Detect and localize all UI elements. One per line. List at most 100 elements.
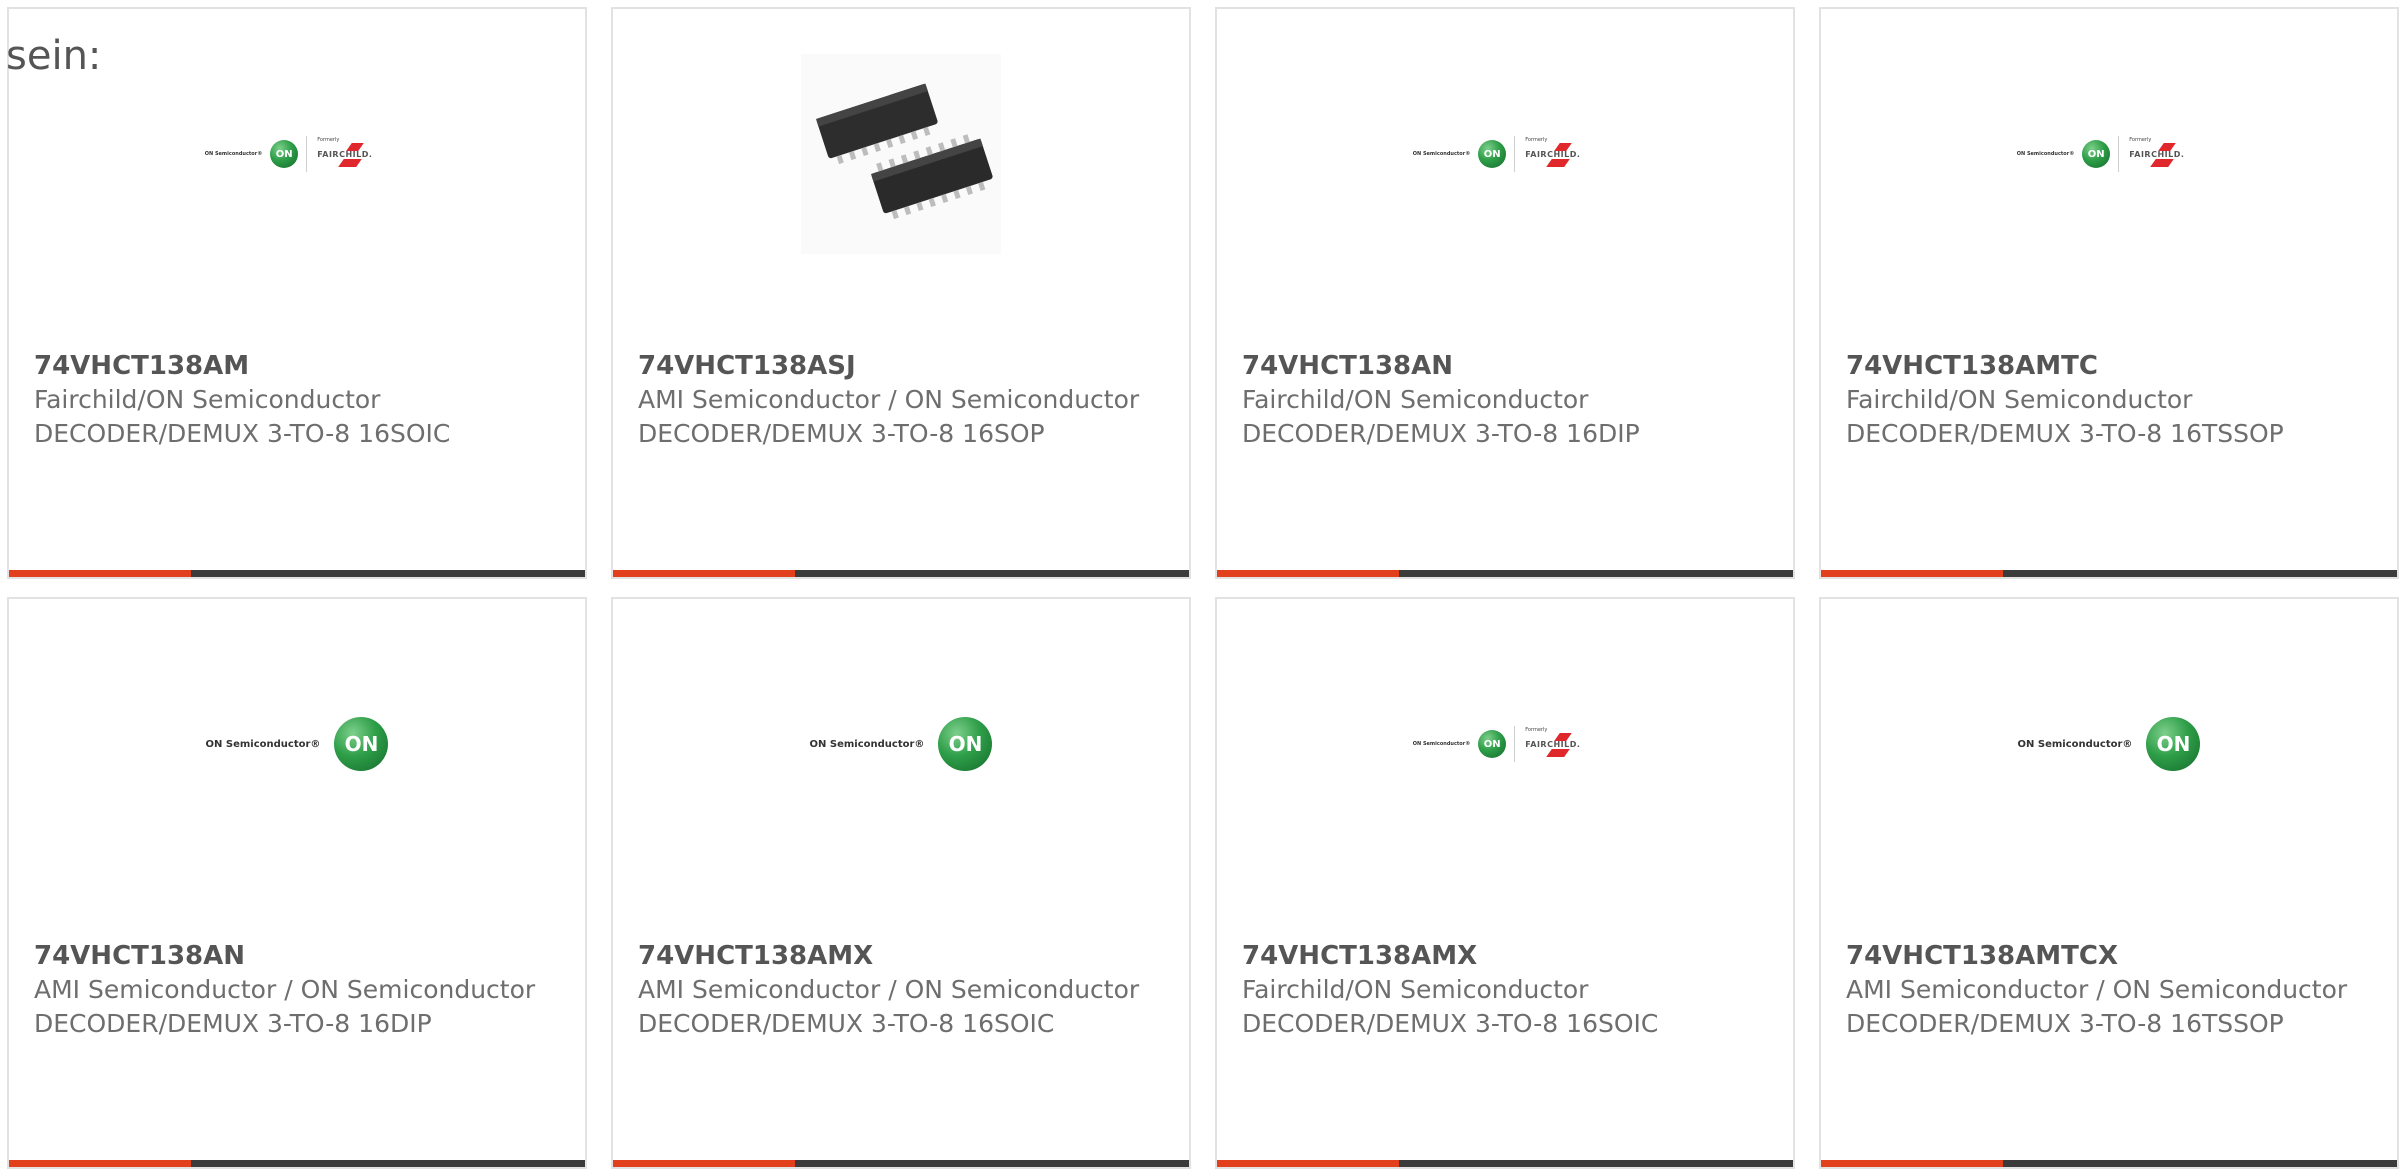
- manufacturer: AMI Semiconductor / ON Semiconductor: [638, 385, 1140, 414]
- on-badge-icon: ON: [2082, 140, 2111, 168]
- manufacturer: AMI Semiconductor / ON Semiconductor: [1846, 975, 2348, 1004]
- product-card[interactable]: ON Semiconductor® ON 74VHCT138AMX AMI Se…: [611, 597, 1191, 1169]
- card-accent-bar: [613, 1160, 795, 1167]
- manufacturer-logo: ON Semiconductor® ON: [613, 639, 1189, 849]
- logo-on-text: ON Semiconductor®: [204, 151, 263, 157]
- on-fairchild-logo: ON Semiconductor® ON Formerly FAIRCHILD.: [205, 136, 389, 172]
- card-accent-bar: [1217, 1160, 1399, 1167]
- logo-divider: [306, 136, 308, 172]
- on-fairchild-logo: ON Semiconductor® ON Formerly FAIRCHILD.: [2017, 136, 2201, 172]
- card-bottom-bar: [613, 1160, 1189, 1167]
- card-bottom-bar: [1217, 570, 1793, 577]
- card-bottom-bar: [9, 570, 585, 577]
- logo-fairchild-text: FAIRCHILD.: [2129, 150, 2185, 159]
- logo-formerly-text: Formerly: [2129, 137, 2152, 143]
- card-accent-bar: [9, 570, 191, 577]
- description: DECODER/DEMUX 3-TO-8 16TSSOP: [1846, 419, 2284, 448]
- product-card[interactable]: ON Semiconductor® ON 74VHCT138AN AMI Sem…: [7, 597, 587, 1169]
- description: DECODER/DEMUX 3-TO-8 16DIP: [34, 1009, 432, 1038]
- card-accent-bar: [9, 1160, 191, 1167]
- fairchild-logo: Formerly FAIRCHILD.: [1523, 137, 1597, 169]
- fairchild-stripe: [2150, 159, 2175, 167]
- description: DECODER/DEMUX 3-TO-8 16TSSOP: [1846, 1009, 2284, 1038]
- description: DECODER/DEMUX 3-TO-8 16SOIC: [34, 419, 451, 448]
- product-card[interactable]: ON Semiconductor® ON Formerly FAIRCHILD.…: [7, 7, 587, 579]
- logo-on-text: ON Semiconductor®: [205, 738, 321, 750]
- logo-on-text: ON Semiconductor®: [809, 738, 925, 750]
- card-bottom-bar: [1821, 570, 2397, 577]
- card-accent-bar: [613, 570, 795, 577]
- product-card[interactable]: ON Semiconductor® ON Formerly FAIRCHILD.…: [1819, 7, 2399, 579]
- on-badge-icon: ON: [270, 140, 299, 168]
- card-accent-bar: [1821, 570, 2003, 577]
- manufacturer: Fairchild/ON Semiconductor: [34, 385, 381, 414]
- on-logo: ON Semiconductor® ON: [206, 717, 389, 771]
- manufacturer-logo: ON Semiconductor® ON Formerly FAIRCHILD.: [1217, 49, 1793, 259]
- on-logo: ON Semiconductor® ON: [810, 717, 993, 771]
- manufacturer: Fairchild/ON Semiconductor: [1242, 385, 1589, 414]
- manufacturer: Fairchild/ON Semiconductor: [1846, 385, 2193, 414]
- part-number[interactable]: 74VHCT138AN: [1242, 349, 1768, 383]
- product-info: 74VHCT138AMTCX AMI Semiconductor / ON Se…: [1846, 939, 2372, 1041]
- manufacturer-logo: ON Semiconductor® ON: [1821, 639, 2397, 849]
- fairchild-logo: Formerly FAIRCHILD.: [1523, 727, 1597, 759]
- ic-chip-photo: [801, 54, 1001, 254]
- logo-on-text: ON Semiconductor®: [1412, 151, 1471, 157]
- manufacturer-logo: ON Semiconductor® ON Formerly FAIRCHILD.: [9, 49, 585, 259]
- fairchild-logo: Formerly FAIRCHILD.: [2127, 137, 2201, 169]
- manufacturer: AMI Semiconductor / ON Semiconductor: [34, 975, 536, 1004]
- fairchild-stripe: [1546, 749, 1571, 757]
- product-info: 74VHCT138AN Fairchild/ON Semiconductor D…: [1242, 349, 1768, 451]
- part-number[interactable]: 74VHCT138AM: [34, 349, 560, 383]
- product-info: 74VHCT138AM Fairchild/ON Semiconductor D…: [34, 349, 560, 451]
- manufacturer-logo: ON Semiconductor® ON Formerly FAIRCHILD.: [1821, 49, 2397, 259]
- part-number[interactable]: 74VHCT138AMX: [1242, 939, 1768, 973]
- product-card[interactable]: ON Semiconductor® ON Formerly FAIRCHILD.…: [1215, 7, 1795, 579]
- logo-divider: [2118, 136, 2120, 172]
- logo-fairchild-text: FAIRCHILD.: [317, 150, 373, 159]
- part-number[interactable]: 74VHCT138AMX: [638, 939, 1164, 973]
- manufacturer: AMI Semiconductor / ON Semiconductor: [638, 975, 1140, 1004]
- part-number[interactable]: 74VHCT138AMTC: [1846, 349, 2372, 383]
- card-accent-bar: [1821, 1160, 2003, 1167]
- card-bottom-bar: [9, 1160, 585, 1167]
- product-info: 74VHCT138ASJ AMI Semiconductor / ON Semi…: [638, 349, 1164, 451]
- logo-on-text: ON Semiconductor®: [2016, 151, 2075, 157]
- fairchild-stripe: [338, 159, 363, 167]
- logo-divider: [1514, 136, 1516, 172]
- part-number[interactable]: 74VHCT138ASJ: [638, 349, 1164, 383]
- logo-on-text: ON Semiconductor®: [1412, 741, 1471, 747]
- card-bottom-bar: [1217, 1160, 1793, 1167]
- fairchild-logo: Formerly FAIRCHILD.: [315, 137, 389, 169]
- logo-formerly-text: Formerly: [1525, 727, 1548, 733]
- product-info: 74VHCT138AMX Fairchild/ON Semiconductor …: [1242, 939, 1768, 1041]
- description: DECODER/DEMUX 3-TO-8 16DIP: [1242, 419, 1640, 448]
- manufacturer: Fairchild/ON Semiconductor: [1242, 975, 1589, 1004]
- manufacturer-logo: ON Semiconductor® ON Formerly FAIRCHILD.: [1217, 639, 1793, 849]
- product-card[interactable]: ON Semiconductor® ON 74VHCT138AMTCX AMI …: [1819, 597, 2399, 1169]
- part-number[interactable]: 74VHCT138AN: [34, 939, 560, 973]
- card-bottom-bar: [1821, 1160, 2397, 1167]
- logo-formerly-text: Formerly: [317, 137, 340, 143]
- product-info: 74VHCT138AN AMI Semiconductor / ON Semic…: [34, 939, 560, 1041]
- description: DECODER/DEMUX 3-TO-8 16SOP: [638, 419, 1045, 448]
- card-accent-bar: [1217, 570, 1399, 577]
- on-logo: ON Semiconductor® ON: [2018, 717, 2201, 771]
- product-info: 74VHCT138AMTC Fairchild/ON Semiconductor…: [1846, 349, 2372, 451]
- logo-fairchild-text: FAIRCHILD.: [1525, 150, 1581, 159]
- logo-divider: [1514, 726, 1516, 762]
- manufacturer-logo: ON Semiconductor® ON: [9, 639, 585, 849]
- part-number[interactable]: 74VHCT138AMTCX: [1846, 939, 2372, 973]
- on-badge-icon: ON: [334, 717, 389, 771]
- product-card[interactable]: ON Semiconductor® ON Formerly FAIRCHILD.…: [1215, 597, 1795, 1169]
- card-bottom-bar: [613, 570, 1189, 577]
- on-badge-icon: ON: [2146, 717, 2201, 771]
- on-badge-icon: ON: [1478, 140, 1507, 168]
- product-image: [613, 49, 1189, 259]
- on-fairchild-logo: ON Semiconductor® ON Formerly FAIRCHILD.: [1413, 136, 1597, 172]
- logo-fairchild-text: FAIRCHILD.: [1525, 740, 1581, 749]
- description: DECODER/DEMUX 3-TO-8 16SOIC: [1242, 1009, 1659, 1038]
- product-info: 74VHCT138AMX AMI Semiconductor / ON Semi…: [638, 939, 1164, 1041]
- intro-text: sein:: [6, 33, 102, 79]
- product-card[interactable]: 74VHCT138ASJ AMI Semiconductor / ON Semi…: [611, 7, 1191, 579]
